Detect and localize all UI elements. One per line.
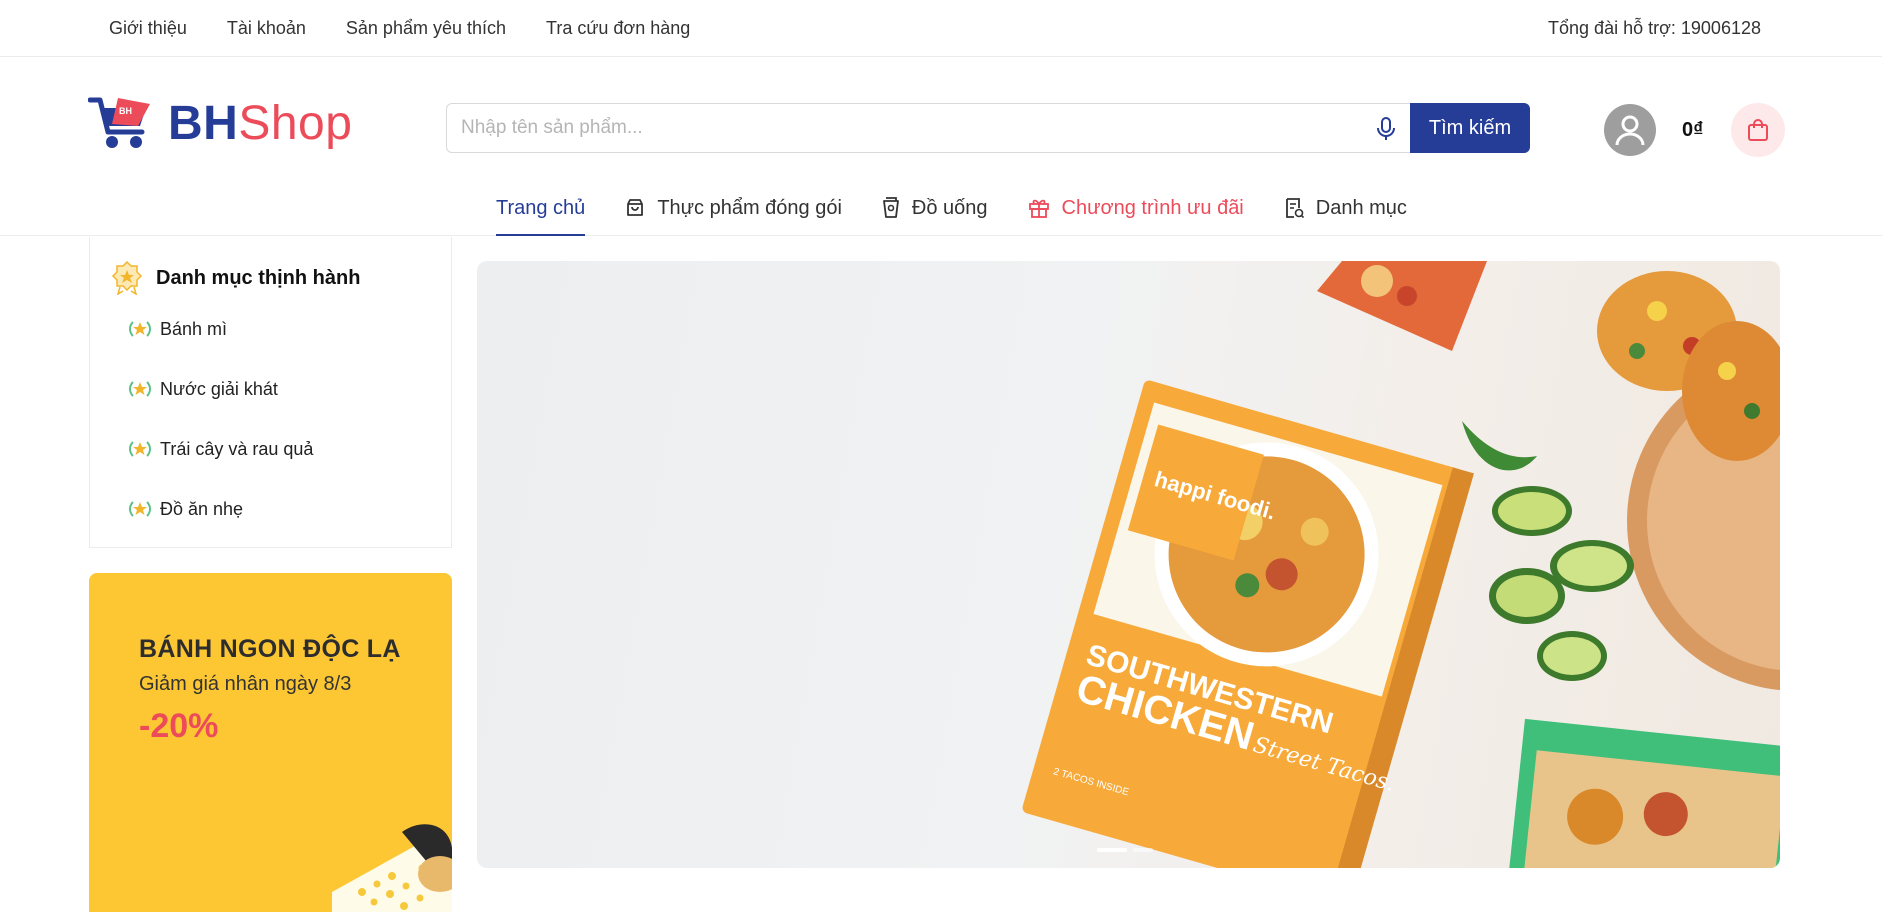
star-laurel-icon: [129, 441, 151, 457]
balance-amount: 0₫: [1682, 118, 1704, 141]
shopping-bag-icon: [1748, 119, 1769, 141]
nav-item-categories[interactable]: Danh mục: [1284, 180, 1407, 236]
banner-image: happi foodi. SOUTHWESTERN CHICKEN Street…: [1022, 261, 1780, 868]
nav-item-label: Chương trình ưu đãi: [1061, 196, 1244, 219]
search-field: [446, 103, 1410, 153]
star-laurel-icon: [129, 381, 151, 397]
trending-item-snacks[interactable]: Đồ ăn nhẹ: [128, 497, 313, 557]
trending-list: Bánh mì Nước giải khát Trái cây và rau q…: [128, 317, 313, 557]
nav-item-drinks[interactable]: Đồ uống: [882, 180, 988, 236]
trending-item-label: Bánh mì: [160, 319, 228, 339]
cart-logo-icon: BH: [88, 97, 150, 148]
top-link-favorites[interactable]: Sản phẩm yêu thích: [346, 18, 506, 39]
promo-heading: BÁNH NGON ĐỘC LẠ: [139, 635, 401, 663]
carousel-indicators: [1097, 848, 1153, 852]
avatar[interactable]: [1604, 104, 1656, 156]
logo-badge-text: BH: [119, 106, 132, 116]
star-laurel-icon: [129, 501, 151, 517]
cart-button[interactable]: [1731, 103, 1786, 157]
hero-banner[interactable]: happi foodi. SOUTHWESTERN CHICKEN Street…: [477, 261, 1780, 868]
brand-name: BHShop: [168, 96, 352, 151]
microphone-icon[interactable]: [1374, 116, 1398, 142]
star-laurel-icon: [129, 321, 151, 337]
nav-item-label: Thực phẩm đóng gói: [657, 196, 842, 219]
user-area: 0₫: [1604, 103, 1786, 157]
cup-icon: [883, 197, 899, 218]
nav-item-label: Danh mục: [1315, 196, 1407, 219]
nav-item-home[interactable]: Trang chủ: [496, 180, 586, 236]
trending-item-fruits-vegetables[interactable]: Trái cây và rau quả: [128, 437, 313, 497]
trending-title: Danh mục thịnh hành: [156, 266, 361, 289]
promo-discount: -20%: [139, 707, 219, 745]
nav-item-promotions[interactable]: Chương trình ưu đãi: [1028, 180, 1244, 236]
search-input[interactable]: [447, 104, 1410, 152]
main-nav: Trang chủ Thực phẩm đóng gói Đồ uống Chư…: [0, 180, 1882, 236]
brand-shop: Shop: [238, 96, 353, 150]
trending-item-label: Nước giải khát: [160, 379, 278, 399]
package-icon: [627, 199, 644, 216]
top-link-order-lookup[interactable]: Tra cứu đơn hàng: [546, 18, 690, 39]
trending-item-soft-drinks[interactable]: Nước giải khát: [128, 377, 313, 437]
carousel-dot-active[interactable]: [1097, 848, 1127, 852]
list-doc-icon: [1285, 198, 1304, 219]
top-links: Giới thiệu Tài khoản Sản phẩm yêu thích …: [109, 0, 690, 57]
promo-card[interactable]: BÁNH NGON ĐỘC LẠ Giảm giá nhân ngày 8/3 …: [89, 573, 452, 912]
pastry-image: [332, 824, 452, 912]
logo[interactable]: BH BHShop: [88, 94, 352, 152]
top-link-about[interactable]: Giới thiệu: [109, 18, 187, 39]
trending-item-bread[interactable]: Bánh mì: [128, 317, 313, 377]
nav-item-label: Đồ uống: [911, 196, 988, 219]
brand-bh: BH: [168, 96, 239, 150]
search-button[interactable]: Tìm kiếm: [1410, 103, 1530, 153]
trending-header: Danh mục thịnh hành: [110, 261, 360, 295]
award-badge-icon: [111, 261, 143, 295]
trending-categories-panel: Danh mục thịnh hành Bánh mì Nước giải kh…: [89, 237, 452, 548]
top-utility-bar: Giới thiệu Tài khoản Sản phẩm yêu thích …: [0, 0, 1882, 57]
top-link-account[interactable]: Tài khoản: [227, 18, 306, 39]
trending-item-label: Đồ ăn nhẹ: [160, 499, 244, 519]
search-bar: Tìm kiếm: [446, 103, 1530, 153]
nav-item-packaged-food[interactable]: Thực phẩm đóng gói: [625, 180, 842, 236]
nav-item-label: Trang chủ: [496, 196, 586, 219]
hotline-text: Tổng đài hỗ trợ: 19006128: [1548, 18, 1761, 38]
trending-item-label: Trái cây và rau quả: [160, 439, 314, 459]
gift-icon: [1028, 199, 1049, 218]
promo-subtitle: Giảm giá nhân ngày 8/3: [139, 673, 352, 695]
carousel-dot[interactable]: [1133, 848, 1153, 852]
user-icon: [1615, 115, 1645, 146]
